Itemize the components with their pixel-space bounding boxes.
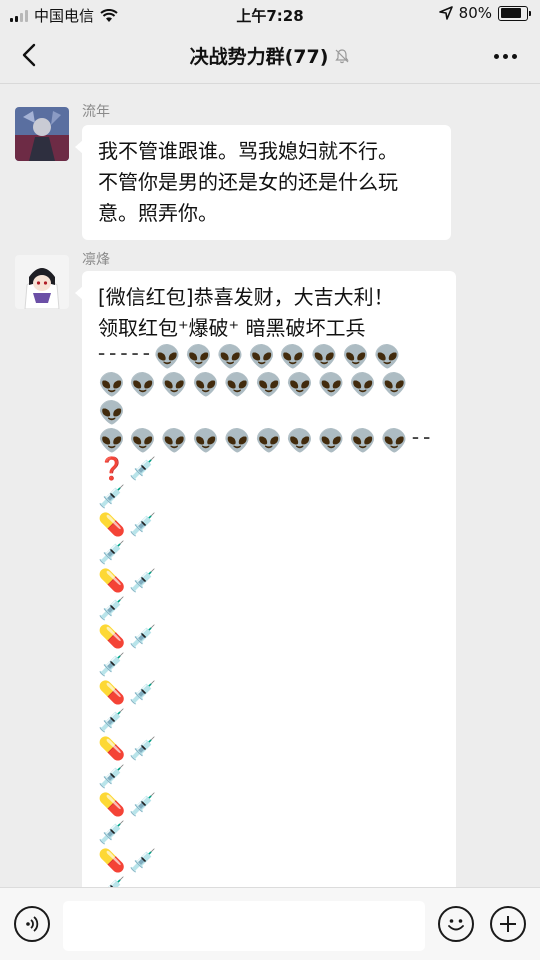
emoji-line: 👽👽👽👽👽👽👽👽👽👽ᱼᱼ (98, 429, 435, 454)
battery-fill (500, 8, 521, 18)
voice-button[interactable] (14, 906, 50, 942)
plus-icon (500, 916, 516, 932)
emoji-line: 💊💉 (98, 737, 161, 762)
sender-name: 流年 (82, 104, 110, 120)
message-line: 我不管谁跟谁。骂我媳妇就不行。 (98, 139, 398, 163)
emoji-button[interactable] (438, 906, 474, 942)
chat-area[interactable]: 流年 我不管谁跟谁。骂我媳妇就不行。 不管你是男的还是女的还是什么玩 意。照弄你… (0, 85, 540, 887)
emoji-line: 💉 (98, 709, 130, 734)
battery-percent: 80% (458, 4, 492, 22)
status-bar: 中国电信 上午7:28 80% (0, 0, 540, 28)
message-input[interactable] (63, 901, 425, 951)
more-dot (511, 53, 517, 59)
more-button[interactable] (490, 44, 520, 68)
emoji-line: 💊💉 (98, 793, 161, 818)
avatar-image (15, 107, 69, 161)
emoji-face-icon (448, 919, 464, 931)
emoji-line: 💉 (98, 765, 130, 790)
more-dot (502, 53, 508, 59)
nav-bar: 决战势力群(77) (0, 28, 540, 84)
bell-muted-icon (335, 48, 350, 63)
plus-button[interactable] (490, 906, 526, 942)
avatar[interactable] (15, 255, 69, 309)
message-line: 不管你是男的还是女的还是什么玩 (98, 170, 398, 194)
emoji-line: 💊💉 (98, 513, 161, 538)
message-item: 凛烽 [微信红包]恭喜发财，大吉大利！ 领取红包⁺爆破⁺ 暗黑破坏工兵 ᱼᱼᱼᱼ… (0, 247, 540, 887)
message-bubble[interactable]: 我不管谁跟谁。骂我媳妇就不行。 不管你是男的还是女的还是什么玩 意。照弄你。 (75, 125, 451, 240)
message-item: 流年 我不管谁跟谁。骂我媳妇就不行。 不管你是男的还是女的还是什么玩 意。照弄你… (0, 101, 540, 251)
emoji-line: 💉 (98, 541, 130, 566)
avatar[interactable] (15, 107, 69, 161)
more-dot (493, 53, 499, 59)
emoji-line: 💊💉 (98, 681, 161, 706)
emoji-line: 💉 (98, 653, 130, 678)
message-line: 领取红包⁺爆破⁺ 暗黑破坏工兵 (98, 316, 366, 340)
emoji-line: 💊💉 (98, 625, 161, 650)
emoji-line: 💉 (98, 485, 130, 510)
emoji-line: ❓💉 (98, 457, 161, 482)
status-right: 80% (438, 4, 531, 22)
message-line: [微信红包]恭喜发财，大吉大利！ (98, 285, 394, 309)
emoji-line: 💊💉 (98, 569, 161, 594)
avatar-image (15, 255, 69, 309)
emoji-line: 👽👽👽👽👽👽👽👽👽👽👽 (98, 373, 412, 426)
emoji-line: 💉 (98, 597, 130, 622)
sender-name: 凛烽 (82, 252, 110, 268)
voice-icon (26, 916, 39, 932)
emoji-line: 💉 (98, 876, 440, 887)
location-icon (438, 6, 453, 20)
message-line: 意。照弄你。 (98, 201, 218, 225)
emoji-line: 💉 (98, 821, 130, 846)
message-bubble[interactable]: [微信红包]恭喜发财，大吉大利！ 领取红包⁺爆破⁺ 暗黑破坏工兵 ᱼᱼᱼᱼᱼ👽👽… (75, 271, 456, 887)
input-bar (0, 887, 540, 960)
battery-icon (498, 5, 531, 21)
emoji-line: ᱼᱼᱼᱼᱼ👽👽👽👽👽👽👽👽 (98, 345, 406, 370)
chat-title: 决战势力群(77) (189, 46, 329, 68)
chat-title-container: 决战势力群(77) (0, 42, 540, 69)
emoji-line: 💊💉 (98, 849, 161, 874)
